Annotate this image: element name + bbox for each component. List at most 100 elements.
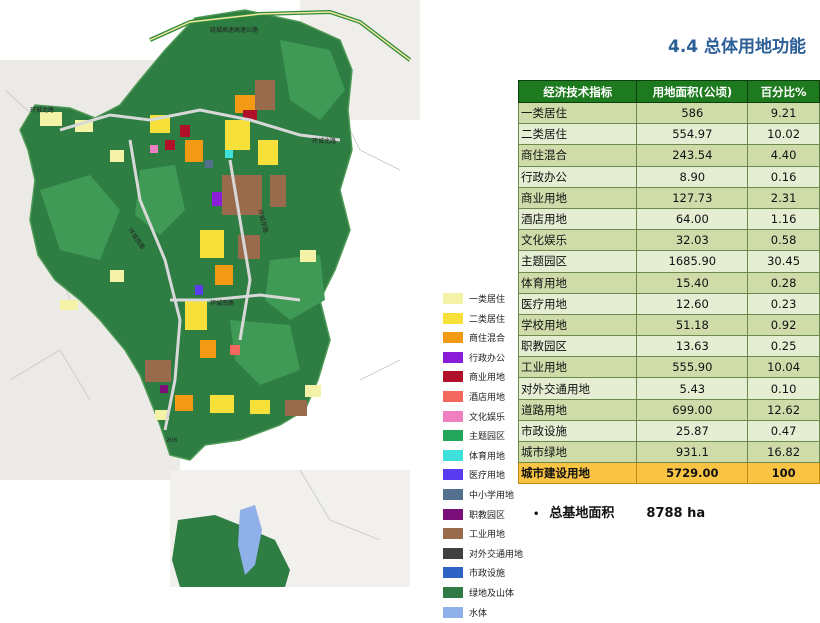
cell-name: 职教园区 [519,336,637,357]
legend-swatch [443,489,463,500]
legend-label: 体育用地 [469,449,505,462]
table-row: 道路用地699.0012.62 [519,399,820,420]
legend-label: 工业用地 [469,527,505,540]
legend-swatch [443,450,463,461]
map-label-highway: 206 [166,437,178,444]
cell-name: 市政设施 [519,420,637,441]
legend-swatch [443,509,463,520]
table-row: 主题园区1685.9030.45 [519,251,820,272]
table-row: 商业用地127.732.31 [519,187,820,208]
total-site-area-value: 8788 ha [646,506,705,521]
cell-name: 主题园区 [519,251,637,272]
legend-swatch [443,332,463,343]
legend-label: 绿地及山体 [469,586,514,599]
legend-label: 市政设施 [469,566,505,579]
cell-name: 行政办公 [519,166,637,187]
legend-label: 一类居住 [469,292,505,305]
cell-area: 13.63 [637,336,748,357]
legend-label: 商住混合 [469,331,505,344]
cell-area: 127.73 [637,187,748,208]
legend-item: 水体 [443,604,539,623]
cell-percent: 30.45 [748,251,820,272]
cell-percent: 0.58 [748,230,820,251]
table-row: 城市绿地931.116.82 [519,442,820,463]
land-use-map: 绕城高速高速公路 环城北路 环城北路 环城西路 环城东路 环城南路 206 [0,0,420,587]
legend-label: 商业用地 [469,370,505,383]
legend-swatch [443,607,463,618]
cell-area: 555.90 [637,357,748,378]
cell-area: 5.43 [637,378,748,399]
header-percent: 百分比% [748,81,820,103]
cell-total-area: 5729.00 [637,463,748,484]
table-row: 文化娱乐32.030.58 [519,230,820,251]
legend-swatch [443,528,463,539]
total-site-area-label: 总基地面积 [549,506,614,521]
legend-label: 职教园区 [469,508,505,521]
page-title: 4.4 总体用地功能 [668,32,806,57]
cell-name: 体育用地 [519,272,637,293]
table-row: 职教园区13.630.25 [519,336,820,357]
table-row: 市政设施25.870.47 [519,420,820,441]
cell-area: 931.1 [637,442,748,463]
legend-label: 行政办公 [469,351,505,364]
cell-percent: 0.25 [748,336,820,357]
legend-label: 主题园区 [469,429,505,442]
legend-swatch [443,293,463,304]
cell-area: 699.00 [637,399,748,420]
legend-swatch [443,548,463,559]
cell-area: 243.54 [637,145,748,166]
table-row: 一类居住5869.21 [519,103,820,124]
table-row: 医疗用地12.600.23 [519,293,820,314]
cell-area: 586 [637,103,748,124]
cell-name: 道路用地 [519,399,637,420]
cell-percent: 2.31 [748,187,820,208]
cell-percent: 12.62 [748,399,820,420]
legend-label: 二类居住 [469,312,505,325]
table-row: 工业用地555.9010.04 [519,357,820,378]
legend-label: 对外交通用地 [469,547,523,560]
total-site-area: •总基地面积8788 ha [533,502,705,521]
table-row: 对外交通用地5.430.10 [519,378,820,399]
legend-item: 中小学用地 [443,486,539,506]
cell-percent: 0.28 [748,272,820,293]
cell-name: 城市绿地 [519,442,637,463]
cell-percent: 0.16 [748,166,820,187]
legend-swatch [443,313,463,324]
cell-total-percent: 100 [748,463,820,484]
map-label-north-ring-2: 环城北路 [312,137,336,145]
cell-percent: 1.16 [748,208,820,229]
table-header-row: 经济技术指标 用地面积(公顷) 百分比% [519,81,820,103]
cell-area: 12.60 [637,293,748,314]
legend-item: 工业用地 [443,525,539,545]
legend-label: 文化娱乐 [469,410,505,423]
legend-swatch [443,391,463,402]
cell-percent: 4.40 [748,145,820,166]
cell-name: 二类居住 [519,124,637,145]
legend-label: 水体 [469,606,487,619]
cell-percent: 0.10 [748,378,820,399]
cell-name: 商住混合 [519,145,637,166]
cell-total-name: 城市建设用地 [519,463,637,484]
table-row: 行政办公8.900.16 [519,166,820,187]
legend-swatch [443,371,463,382]
cell-area: 15.40 [637,272,748,293]
legend-label: 中小学用地 [469,488,514,501]
cell-area: 32.03 [637,230,748,251]
legend-label: 医疗用地 [469,468,505,481]
table-row: 学校用地51.180.92 [519,314,820,335]
cell-area: 25.87 [637,420,748,441]
cell-area: 64.00 [637,208,748,229]
table-row: 商住混合243.544.40 [519,145,820,166]
cell-percent: 10.02 [748,124,820,145]
map-label-expressway: 绕城高速高速公路 [210,26,258,34]
cell-name: 文化娱乐 [519,230,637,251]
cell-name: 对外交通用地 [519,378,637,399]
table-row: 二类居住554.9710.02 [519,124,820,145]
cell-area: 51.18 [637,314,748,335]
cell-name: 学校用地 [519,314,637,335]
header-area: 用地面积(公顷) [637,81,748,103]
map-label-north-ring: 环城北路 [30,106,54,114]
cell-percent: 0.47 [748,420,820,441]
cell-name: 医疗用地 [519,293,637,314]
legend-item: 职教园区 [443,506,539,526]
